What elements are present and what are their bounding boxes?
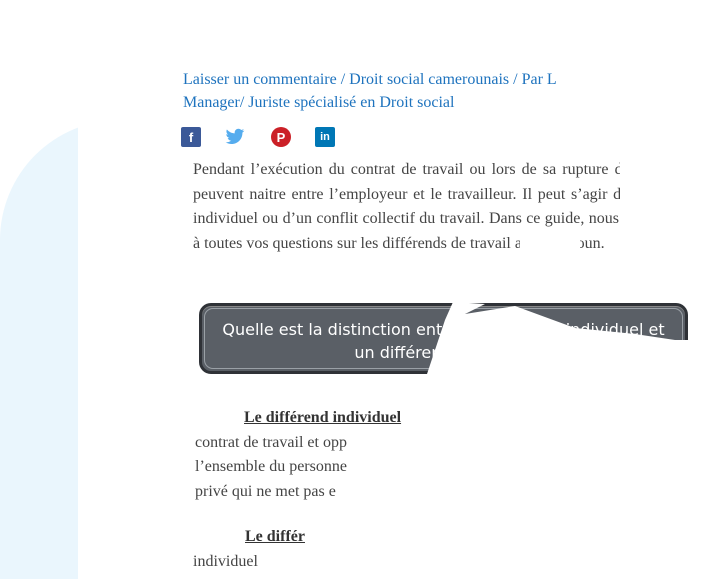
intro-paragraph: Pendant l’exécution du contrat de travai…	[193, 161, 690, 252]
section-title: Le différ	[245, 528, 305, 545]
torn-overlay	[266, 548, 326, 579]
linkedin-icon[interactable]: in	[315, 127, 335, 147]
category-link[interactable]: Droit social camerounais	[349, 71, 509, 88]
author-prefix: Par L	[521, 71, 557, 88]
post-meta: Laisser un commentaire / Droit social ca…	[183, 68, 628, 114]
torn-overlay	[425, 302, 701, 380]
pinterest-icon[interactable]: P	[271, 127, 291, 147]
torn-overlay	[620, 158, 701, 231]
meta-separator: /	[340, 71, 346, 88]
section-line: contrat de travail et opp	[195, 433, 347, 451]
section-title: Le différend individuel	[244, 409, 402, 426]
torn-overlay	[520, 232, 580, 250]
author-title-link[interactable]: Manager/ Juriste spécialisé en Droit soc…	[183, 91, 628, 114]
background-shape	[0, 200, 80, 560]
torn-overlay	[360, 480, 420, 504]
section-line: l’ensemble du personne	[195, 458, 347, 475]
comment-link[interactable]: Laisser un commentaire	[183, 71, 337, 88]
twitter-icon[interactable]	[225, 127, 245, 147]
facebook-icon[interactable]: f	[181, 127, 201, 147]
torn-overlay	[318, 525, 338, 551]
meta-separator: /	[513, 71, 518, 88]
torn-overlay	[378, 456, 418, 480]
